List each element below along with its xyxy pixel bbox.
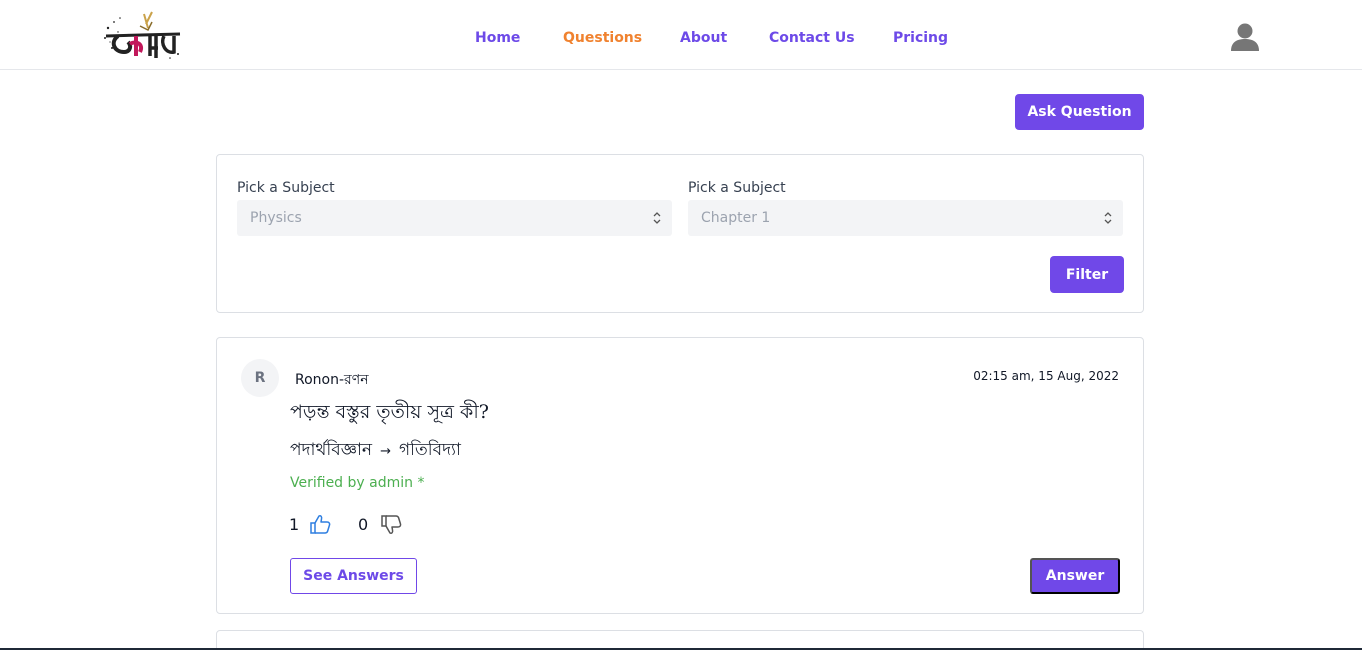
nav-questions[interactable]: Questions [563, 29, 642, 47]
main-nav: Home Questions About Contact Us Pricing [0, 29, 1362, 49]
user-avatar-icon[interactable] [1229, 22, 1261, 52]
nav-home[interactable]: Home [475, 29, 520, 47]
question-category-path: পদার্থবিজ্ঞান → গতিবিদ্যা [290, 437, 461, 465]
nav-about[interactable]: About [680, 29, 727, 47]
see-answers-button[interactable]: See Answers [290, 558, 417, 594]
filter-panel: Pick a Subject Physics Pick a Subject Ch… [216, 154, 1144, 313]
question-author: Ronon-রণন [295, 372, 369, 388]
verified-badge: Verified by admin * [290, 475, 425, 491]
author-avatar: R [241, 359, 279, 397]
answer-button[interactable]: Answer [1030, 558, 1120, 594]
question-chapter: গতিবিদ্যা [399, 440, 461, 460]
question-card: R Ronon-রণন 02:15 am, 15 Aug, 2022 পড়ন্… [216, 337, 1144, 614]
chapter-label: Pick a Subject [688, 180, 786, 196]
subject-label: Pick a Subject [237, 180, 335, 196]
subject-select-value: Physics [250, 210, 302, 226]
question-timestamp: 02:15 am, 15 Aug, 2022 [973, 369, 1119, 383]
top-navbar: Home Questions About Contact Us Pricing [0, 0, 1362, 70]
upvote-count: 1 [289, 515, 300, 534]
arrow-right-icon: → [380, 444, 391, 459]
nav-pricing[interactable]: Pricing [893, 29, 948, 47]
subject-select[interactable]: Physics [237, 200, 672, 236]
chapter-select[interactable]: Chapter 1 [688, 200, 1123, 236]
thumbs-up-icon[interactable] [309, 514, 331, 534]
chapter-select-value: Chapter 1 [701, 210, 771, 226]
ask-question-button[interactable]: Ask Question [1015, 94, 1144, 130]
thumbs-down-icon[interactable] [380, 515, 402, 535]
question-title[interactable]: পড়ন্ত বস্তুর তৃতীয় সূত্র কী? [290, 398, 489, 430]
question-card [216, 630, 1144, 650]
question-subject: পদার্থবিজ্ঞান [290, 440, 373, 460]
select-chevron-icon [653, 212, 661, 224]
filter-button[interactable]: Filter [1050, 256, 1124, 293]
nav-contact-us[interactable]: Contact Us [769, 29, 855, 47]
downvote-count: 0 [358, 515, 369, 534]
select-chevron-icon [1104, 212, 1112, 224]
